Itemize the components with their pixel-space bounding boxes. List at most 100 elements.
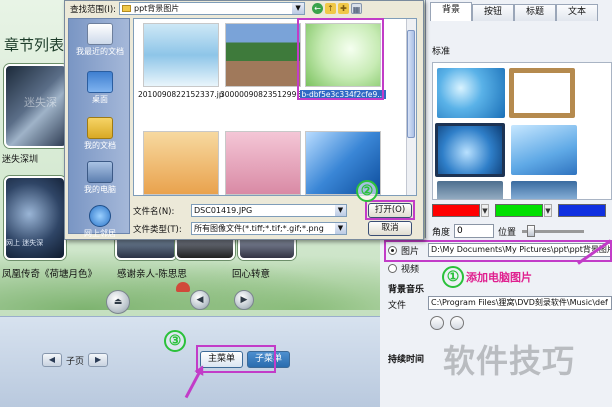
menu-caption[interactable]: 凤凰传奇《荷塘月色》 bbox=[2, 266, 97, 280]
step-2-marker: ② bbox=[356, 180, 378, 202]
dialog-toolbar: ← ↑ ✚ ▦ bbox=[312, 3, 363, 14]
position-slider[interactable] bbox=[522, 224, 585, 237]
step-1-marker: ① bbox=[442, 266, 464, 288]
template-thumbnail[interactable] bbox=[511, 181, 577, 199]
angle-position-row: 角度 位置 bbox=[432, 224, 585, 238]
template-thumbnail[interactable] bbox=[437, 181, 503, 199]
video-radio[interactable] bbox=[388, 264, 397, 273]
color-picker-3[interactable] bbox=[558, 204, 606, 217]
file-thumbnail bbox=[225, 23, 301, 87]
chevron-down-icon[interactable]: ▼ bbox=[544, 204, 552, 217]
music-controls bbox=[430, 316, 464, 330]
network-icon bbox=[89, 205, 111, 227]
filetype-label: 文件类型(T): bbox=[133, 224, 182, 235]
file-item[interactable]: 30000090823512996... bbox=[220, 23, 306, 99]
mushroom-decoration bbox=[176, 282, 190, 292]
thumbnail-watermark: 迷失深 bbox=[24, 96, 57, 109]
new-folder-icon[interactable]: ✚ bbox=[338, 3, 350, 14]
filename-input[interactable]: DSC01419.JPG ▼ bbox=[191, 204, 347, 217]
tab-text[interactable]: 文本 bbox=[556, 4, 598, 21]
template-thumbnail[interactable] bbox=[437, 68, 505, 118]
color-pickers: ▼ ▼ bbox=[432, 204, 606, 217]
chevron-down-icon[interactable]: ▼ bbox=[335, 205, 346, 216]
site-watermark: 软件技巧 bbox=[443, 342, 576, 380]
look-in-dropdown[interactable]: ppt背景图片 ▼ bbox=[119, 2, 306, 15]
highlight-box-file bbox=[297, 18, 384, 100]
scrollbar-thumb[interactable] bbox=[407, 30, 415, 138]
tab-title[interactable]: 标题 bbox=[514, 4, 556, 21]
tab-button[interactable]: 按钮 bbox=[472, 4, 514, 21]
menu-caption[interactable]: 回心转意 bbox=[232, 266, 270, 280]
file-thumbnail bbox=[143, 131, 219, 195]
back-icon[interactable]: ← bbox=[312, 3, 324, 14]
highlight-box-main-menu bbox=[196, 345, 276, 373]
template-thumbnail[interactable] bbox=[511, 125, 577, 175]
desktop-icon bbox=[87, 71, 113, 93]
step-1-text: 添加电脑图片 bbox=[466, 271, 532, 284]
standard-templates-label: 标准 bbox=[432, 47, 451, 57]
filename-value: DSC01419.JPG bbox=[194, 206, 253, 215]
thumbnail-caption: 迷失深圳 bbox=[2, 155, 39, 165]
tab-background[interactable]: 背景 bbox=[430, 2, 472, 21]
template-thumbnail-selected[interactable] bbox=[435, 123, 505, 177]
video-radio-label: 视频 bbox=[401, 265, 420, 275]
menu-caption[interactable]: 感谢亲人-陈思思 bbox=[117, 266, 187, 280]
color-swatch[interactable] bbox=[432, 204, 480, 217]
color-swatch[interactable] bbox=[495, 204, 543, 217]
file-item[interactable] bbox=[220, 131, 306, 195]
cancel-button[interactable]: 取消 bbox=[368, 221, 412, 236]
filename-label: 文件名(N): bbox=[133, 206, 175, 217]
background-template-grid bbox=[432, 62, 612, 200]
views-menu-icon[interactable]: ▦ bbox=[351, 3, 363, 14]
up-button[interactable]: ⏏ bbox=[106, 290, 130, 314]
next-button[interactable]: ▶ bbox=[234, 290, 254, 310]
page-prev-button[interactable]: ◀ bbox=[42, 353, 62, 367]
file-item[interactable]: 2010090822152337.jpg bbox=[138, 23, 224, 99]
prev-button[interactable]: ◀ bbox=[190, 290, 210, 310]
play-icon[interactable] bbox=[430, 316, 444, 330]
thumbnail-overlay-text: 网上 迷失深 bbox=[6, 239, 44, 247]
file-item[interactable] bbox=[138, 131, 224, 195]
music-file-label: 文件 bbox=[388, 301, 407, 311]
chevron-down-icon[interactable]: ▼ bbox=[335, 223, 346, 234]
angle-label: 角度 bbox=[432, 227, 451, 238]
chapter-title: 章节列表 bbox=[4, 36, 65, 54]
position-label: 位置 bbox=[498, 227, 517, 238]
color-picker-1[interactable]: ▼ bbox=[432, 204, 489, 217]
color-picker-2[interactable]: ▼ bbox=[495, 204, 552, 217]
template-thumbnail[interactable] bbox=[509, 68, 575, 118]
background-music-label: 背景音乐 bbox=[388, 285, 425, 295]
slider-handle[interactable] bbox=[527, 224, 536, 237]
look-in-row: 查找范围(I): ppt背景图片 ▼ ← ↑ ✚ ▦ bbox=[70, 2, 363, 15]
video-option[interactable]: 视频 bbox=[388, 262, 419, 275]
duration-label: 持续时间 bbox=[388, 355, 425, 365]
my-documents-icon bbox=[87, 117, 113, 139]
place-label: 我的电脑 bbox=[84, 185, 116, 194]
up-folder-icon[interactable]: ↑ bbox=[325, 3, 337, 14]
music-path-field[interactable]: C:\Program Files\狸窝\DVD刻录软件\Music\def bbox=[428, 296, 612, 310]
look-in-label: 查找范围(I): bbox=[70, 4, 117, 15]
place-my-computer[interactable]: 我的电脑 bbox=[69, 161, 131, 195]
chevron-down-icon[interactable]: ▼ bbox=[292, 3, 305, 14]
place-recent-documents[interactable]: 我最近的文档 bbox=[69, 23, 131, 57]
properties-tabs: 背景 按钮 标题 文本 bbox=[430, 2, 598, 21]
file-thumbnail bbox=[225, 131, 301, 195]
color-swatch[interactable] bbox=[558, 204, 606, 217]
recent-documents-icon bbox=[87, 23, 113, 45]
stop-icon[interactable] bbox=[450, 316, 464, 330]
page-next-button[interactable]: ▶ bbox=[88, 353, 109, 367]
file-thumbnail bbox=[143, 23, 219, 87]
places-bar: 我最近的文档 桌面 我的文档 我的电脑 网上邻居 bbox=[68, 18, 131, 238]
file-name: 2010090822152337.jpg bbox=[138, 90, 224, 99]
angle-input[interactable] bbox=[454, 224, 495, 238]
place-label: 桌面 bbox=[92, 95, 108, 104]
file-name: 30000090823512996... bbox=[220, 90, 306, 99]
place-desktop[interactable]: 桌面 bbox=[69, 71, 131, 105]
place-my-documents[interactable]: 我的文档 bbox=[69, 117, 131, 151]
my-computer-icon bbox=[87, 161, 113, 183]
step-3-marker: ③ bbox=[164, 330, 186, 352]
filetype-dropdown[interactable]: 所有图像文件(*.tiff;*.tif;*.gif;*.png ▼ bbox=[191, 222, 347, 235]
place-network[interactable]: 网上邻居 bbox=[69, 205, 131, 239]
chevron-down-icon[interactable]: ▼ bbox=[481, 204, 489, 217]
page-navigation: ◀ 子页 ▶ bbox=[42, 352, 109, 368]
